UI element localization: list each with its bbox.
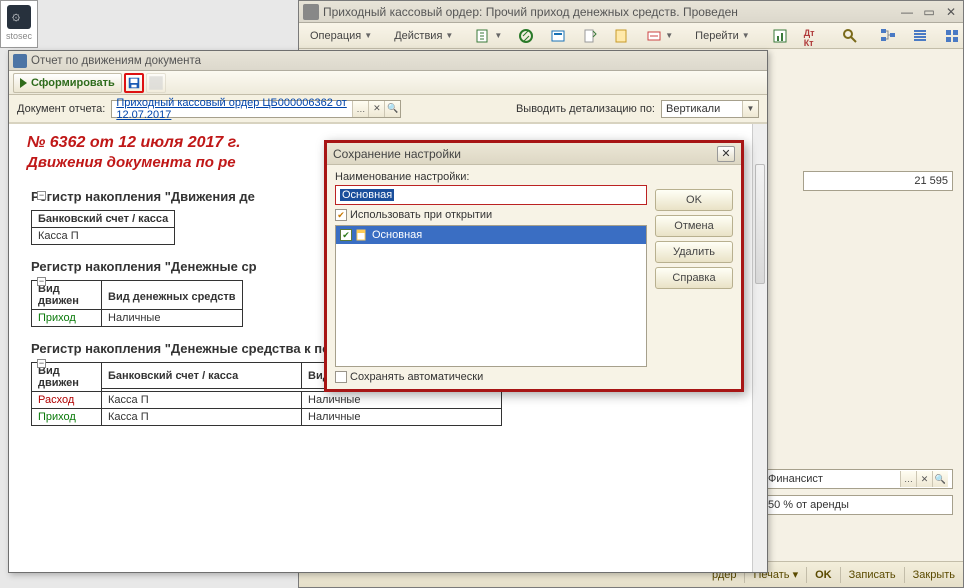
dialog-close-button[interactable]: ✕ [717, 146, 735, 162]
write-button[interactable]: Записать [849, 569, 896, 581]
amount-field[interactable]: 21 595 [803, 171, 953, 191]
doc-picker-search-icon[interactable]: 🔍 [384, 101, 400, 117]
toolbar-icon-2[interactable] [511, 26, 541, 46]
report-scrollbar[interactable] [752, 124, 767, 572]
doc-label: Документ отчета: [17, 103, 105, 115]
report-titlebar: Отчет по движениям документа [9, 51, 767, 71]
minimize-button[interactable]: ― [899, 5, 915, 19]
toolbar-list-icon[interactable] [905, 26, 935, 46]
report-window-icon [13, 54, 27, 68]
toolbar-icon-5[interactable] [607, 26, 637, 46]
picker-clear-icon[interactable]: ✕ [916, 471, 932, 487]
list-item[interactable]: ✔ Основная [336, 226, 646, 244]
toolbar-icon-1[interactable]: ▼ [468, 26, 509, 46]
section-2-table: Вид движен Вид денежных средств ПриходНа… [31, 280, 243, 327]
detail-combo[interactable]: Вертикали ▼ [661, 100, 759, 118]
collapse-toggle-1[interactable]: − [37, 191, 46, 200]
form-button[interactable]: Сформировать [13, 73, 122, 93]
toolbar-dt-icon[interactable]: ДтКт [797, 26, 827, 46]
document-title: Приходный кассовый ордер: Прочий приход … [323, 5, 738, 19]
document-titlebar: Приходный кассовый ордер: Прочий приход … [299, 1, 963, 23]
toolbar-tree-icon[interactable] [873, 26, 903, 46]
toolbar-search-icon[interactable] [835, 26, 865, 46]
app-sliver: stosec [0, 0, 38, 48]
app-brand: stosec [1, 31, 37, 41]
use-on-open-checkbox[interactable]: ✔Использовать при открытии [335, 209, 647, 221]
report-title: Отчет по движениям документа [31, 55, 201, 67]
disabled-tool-button [146, 73, 166, 93]
go-menu[interactable]: Перейти▼ [688, 26, 757, 46]
toolbar-icon-4[interactable] [575, 26, 605, 46]
save-auto-checkbox[interactable]: Сохранять автоматически [335, 371, 647, 383]
settings-name-input[interactable]: Основная [335, 185, 647, 205]
table-row: ПриходКасса ПНаличные [32, 409, 502, 426]
table-row: РасходКасса ПНаличные [32, 392, 502, 409]
doc-picker-dots[interactable]: … [352, 101, 368, 117]
app-logo [7, 5, 31, 29]
close-button[interactable]: ✕ [943, 5, 959, 19]
report-toolbar: Сформировать [9, 71, 767, 95]
table-row: ПриходНаличные [32, 310, 243, 327]
dialog-title: Сохранение настройки [333, 147, 461, 161]
actions-menu[interactable]: Действия▼ [387, 26, 460, 46]
dialog-cancel-button[interactable]: Отмена [655, 215, 733, 237]
financist-field[interactable]: Финансист … ✕ 🔍 [763, 469, 953, 489]
col-header: Вид денежных средств [102, 285, 243, 310]
picker-search-icon-2[interactable]: 🔍 [932, 471, 948, 487]
document-toolbar: Операция▼ Действия▼ ▼ ▼ Перейти▼ ДтКт [299, 23, 963, 49]
save-settings-button[interactable] [124, 73, 144, 93]
col-header: Банковский счет / касса [102, 363, 302, 389]
table-row: Касса П [32, 228, 175, 245]
doc-link-field[interactable]: Приходный кассовый ордер ЦБ000006362 от … [111, 100, 401, 118]
dialog-delete-button[interactable]: Удалить [655, 241, 733, 263]
col-header: Банковский счет / касса [32, 211, 175, 228]
save-settings-dialog: Сохранение настройки ✕ Наименование наст… [324, 140, 744, 392]
dialog-titlebar: Сохранение настройки ✕ [327, 143, 741, 165]
detail-label: Выводить детализацию по: [516, 103, 655, 115]
play-icon [20, 78, 27, 88]
toolbar-grid-icon[interactable] [937, 26, 964, 46]
dialog-help-button[interactable]: Справка [655, 267, 733, 289]
document-icon [356, 229, 368, 241]
maximize-button[interactable]: ▭ [921, 5, 937, 19]
name-label: Наименование настройки: [335, 171, 647, 183]
ok-button[interactable]: OK [815, 569, 832, 581]
settings-list[interactable]: ✔ Основная [335, 225, 647, 367]
dialog-ok-button[interactable]: OK [655, 189, 733, 211]
section-1-table: Банковский счет / касса Касса П [31, 210, 175, 245]
collapse-toggle-2[interactable]: − [37, 277, 46, 286]
collapse-toggle-3[interactable]: − [37, 359, 46, 368]
rent-field[interactable]: 50 % от аренды [763, 495, 953, 515]
toolbar-icon-3[interactable] [543, 26, 573, 46]
doc-picker-clear-icon[interactable]: ✕ [368, 101, 384, 117]
check-icon: ✔ [340, 229, 352, 241]
close-doc-button[interactable]: Закрыть [913, 569, 955, 581]
picker-dots-2[interactable]: … [900, 471, 916, 487]
toolbar-icon-7[interactable] [765, 26, 795, 46]
doc-window-icon [303, 4, 319, 20]
operation-menu[interactable]: Операция▼ [303, 26, 379, 46]
toolbar-icon-6[interactable]: ▼ [639, 26, 680, 46]
report-params: Документ отчета: Приходный кассовый орде… [9, 95, 767, 123]
